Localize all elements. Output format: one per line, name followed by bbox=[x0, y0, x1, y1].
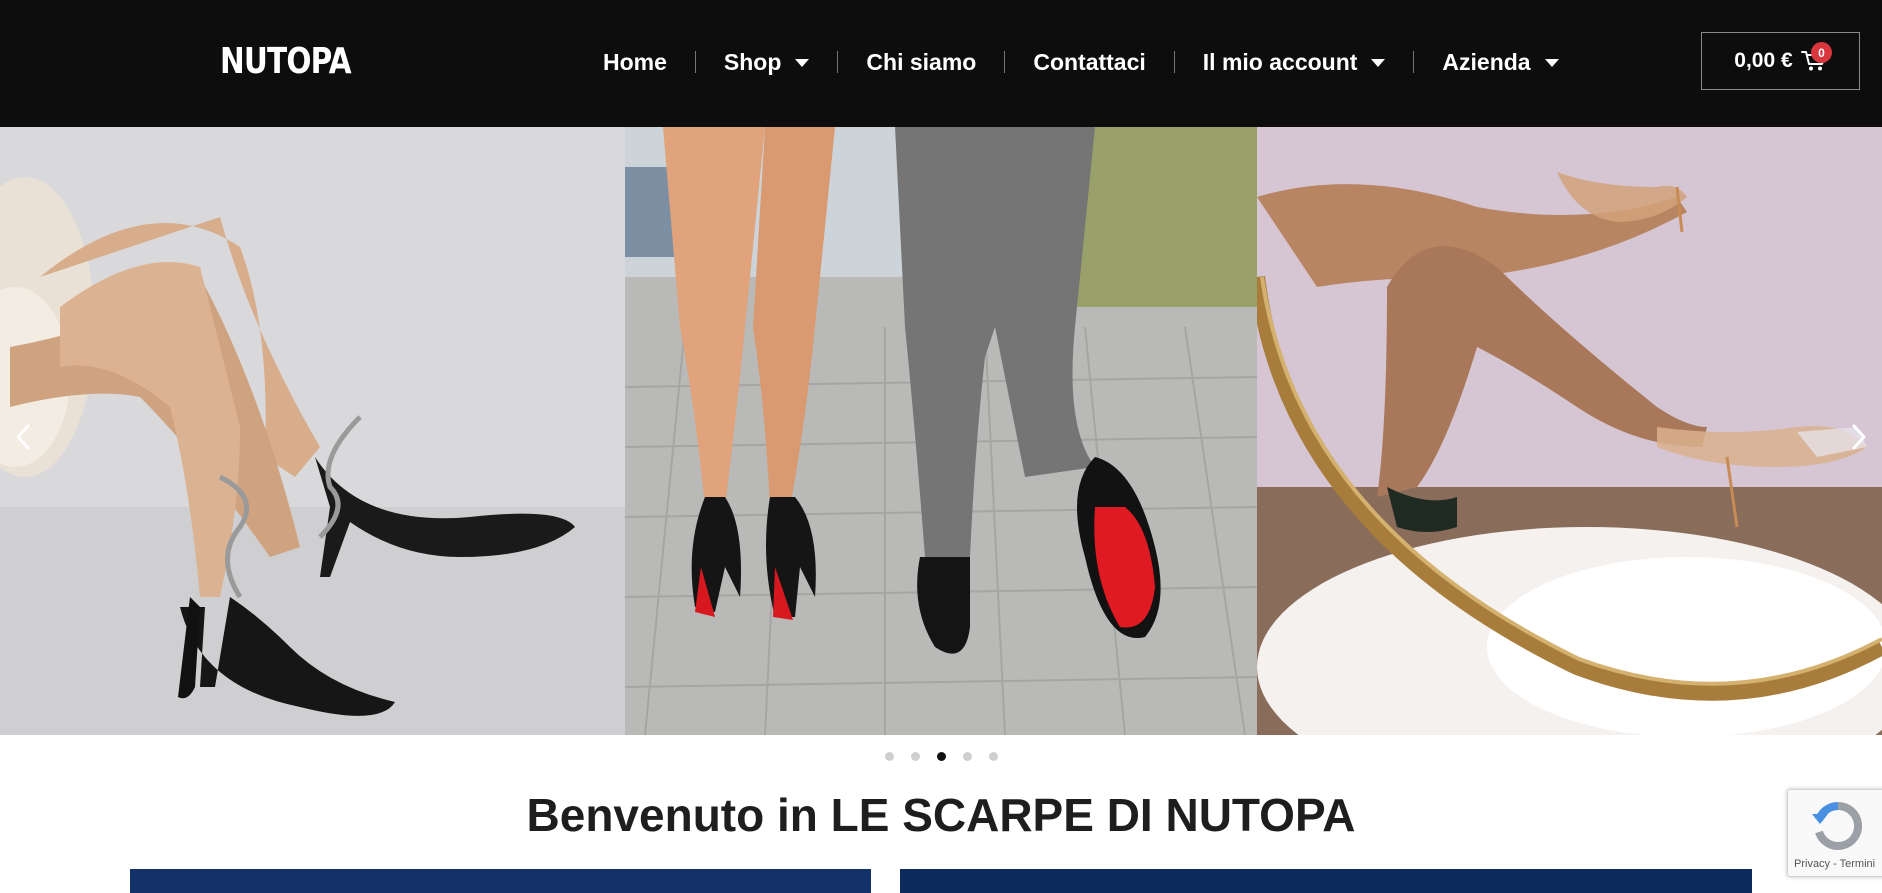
cart-button[interactable]: 0,00 € bbox=[1701, 32, 1860, 90]
caret-down-icon bbox=[795, 59, 810, 67]
slider-dot-4[interactable] bbox=[962, 752, 972, 761]
recaptcha-icon bbox=[1812, 801, 1863, 850]
main-nav: Home Shop Chi siamo Contattaci Il mio ac… bbox=[575, 40, 1587, 84]
caret-down-icon bbox=[1371, 59, 1386, 67]
nav-item-label: Chi siamo bbox=[866, 48, 977, 75]
recaptcha-footer-text[interactable]: Privacy - Termini bbox=[1794, 858, 1875, 870]
slide-clear-heels bbox=[1257, 127, 1882, 735]
nav-item-home[interactable]: Home bbox=[575, 40, 695, 84]
nav-item-label: Azienda bbox=[1442, 48, 1531, 75]
welcome-heading: Benvenuto in LE SCARPE DI NUTOPA bbox=[526, 789, 1356, 841]
slider-prev-button[interactable] bbox=[10, 417, 36, 457]
nav-item-contattaci[interactable]: Contattaci bbox=[1005, 40, 1173, 84]
cart-count-badge: 0 bbox=[1811, 42, 1832, 63]
nav-item-azienda[interactable]: Azienda bbox=[1414, 40, 1586, 84]
slider-pagination bbox=[0, 752, 1882, 761]
nav-item-label: Home bbox=[603, 48, 667, 75]
nav-item-il-mio-account[interactable]: Il mio account bbox=[1175, 40, 1414, 84]
caret-down-icon bbox=[1544, 59, 1559, 67]
slider-dot-5[interactable] bbox=[988, 752, 998, 761]
chevron-left-icon bbox=[16, 424, 30, 450]
chevron-right-icon bbox=[1852, 424, 1866, 450]
hero-slider[interactable] bbox=[0, 127, 1882, 735]
cart-total: 0,00 € bbox=[1734, 49, 1793, 72]
slide-red-soles-couple bbox=[625, 127, 1257, 735]
nav-item-shop[interactable]: Shop bbox=[696, 40, 838, 84]
recaptcha-badge[interactable]: Privacy - Termini bbox=[1787, 789, 1882, 877]
site-header: NUTOPA Home Shop Chi siamo Contattaci Il… bbox=[0, 0, 1882, 127]
site-logo[interactable]: NUTOPA bbox=[220, 40, 352, 84]
slider-next-button[interactable] bbox=[1846, 417, 1872, 457]
nav-item-label: Il mio account bbox=[1202, 48, 1358, 75]
slider-dot-3[interactable] bbox=[936, 752, 946, 761]
promo-panel-left[interactable] bbox=[130, 869, 871, 893]
nav-item-chi-siamo[interactable]: Chi siamo bbox=[838, 40, 1004, 84]
nav-item-label: Contattaci bbox=[1033, 48, 1146, 75]
promo-panel-right[interactable] bbox=[900, 869, 1752, 893]
nav-item-label: Shop bbox=[723, 48, 782, 75]
slide-black-heels bbox=[0, 127, 625, 735]
slider-dot-2[interactable] bbox=[910, 752, 920, 761]
slider-dot-1[interactable] bbox=[884, 752, 894, 761]
